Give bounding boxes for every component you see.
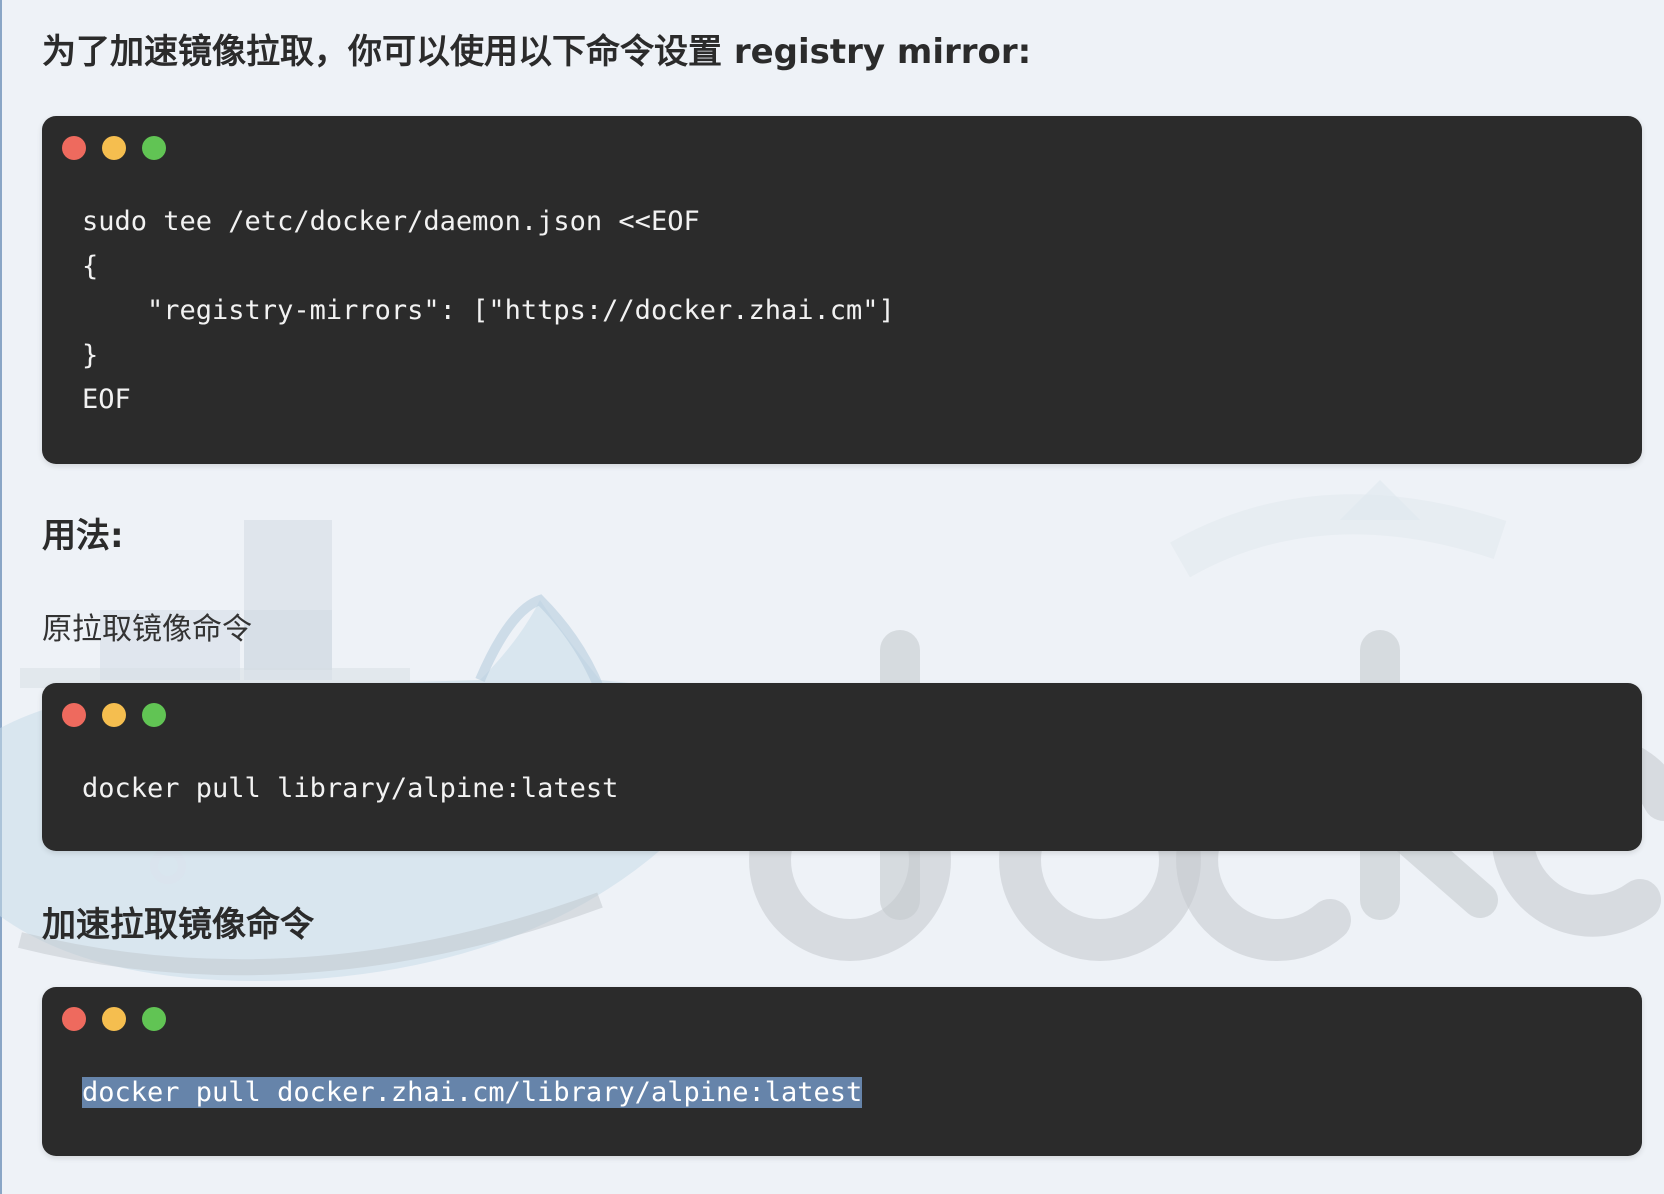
selected-code-text[interactable]: docker pull docker.zhai.cm/library/alpin… bbox=[82, 1077, 863, 1108]
maximize-dot-icon bbox=[142, 1007, 166, 1031]
code-line: docker pull library/alpine:latest bbox=[82, 773, 619, 804]
code-line: EOF bbox=[82, 384, 131, 415]
minimize-dot-icon bbox=[102, 703, 126, 727]
maximize-dot-icon bbox=[142, 136, 166, 160]
code-line: "registry-mirrors": ["https://docker.zha… bbox=[82, 295, 895, 326]
code-line: } bbox=[82, 339, 99, 371]
original-pull-code[interactable]: docker pull library/alpine:latest bbox=[82, 767, 618, 812]
close-dot-icon bbox=[62, 1007, 86, 1031]
maximize-dot-icon bbox=[142, 703, 166, 727]
close-dot-icon bbox=[62, 703, 86, 727]
code-line: { bbox=[82, 250, 99, 282]
accelerated-pull-heading: 加速拉取镜像命令 bbox=[42, 905, 314, 945]
close-dot-icon bbox=[62, 136, 86, 160]
mirror-setup-heading: 为了加速镜像拉取，你可以使用以下命令设置 registry mirror: bbox=[42, 32, 1032, 72]
daemon-config-code[interactable]: sudo tee /etc/docker/daemon.json <<EOF{ … bbox=[82, 200, 895, 423]
minimize-dot-icon bbox=[102, 1007, 126, 1031]
original-pull-label: 原拉取镜像命令 bbox=[42, 612, 252, 647]
accelerated-pull-code[interactable]: docker pull docker.zhai.cm/library/alpin… bbox=[82, 1071, 863, 1116]
daemon-config-code-block[interactable]: sudo tee /etc/docker/daemon.json <<EOF{ … bbox=[42, 116, 1642, 464]
code-line: sudo tee /etc/docker/daemon.json <<EOF bbox=[82, 206, 700, 237]
accelerated-pull-code-block[interactable]: docker pull docker.zhai.cm/library/alpin… bbox=[42, 987, 1642, 1156]
usage-heading: 用法: bbox=[42, 516, 124, 556]
minimize-dot-icon bbox=[102, 136, 126, 160]
original-pull-code-block[interactable]: docker pull library/alpine:latest bbox=[42, 683, 1642, 851]
article-content: 为了加速镜像拉取，你可以使用以下命令设置 registry mirror: su… bbox=[0, 0, 1664, 1194]
